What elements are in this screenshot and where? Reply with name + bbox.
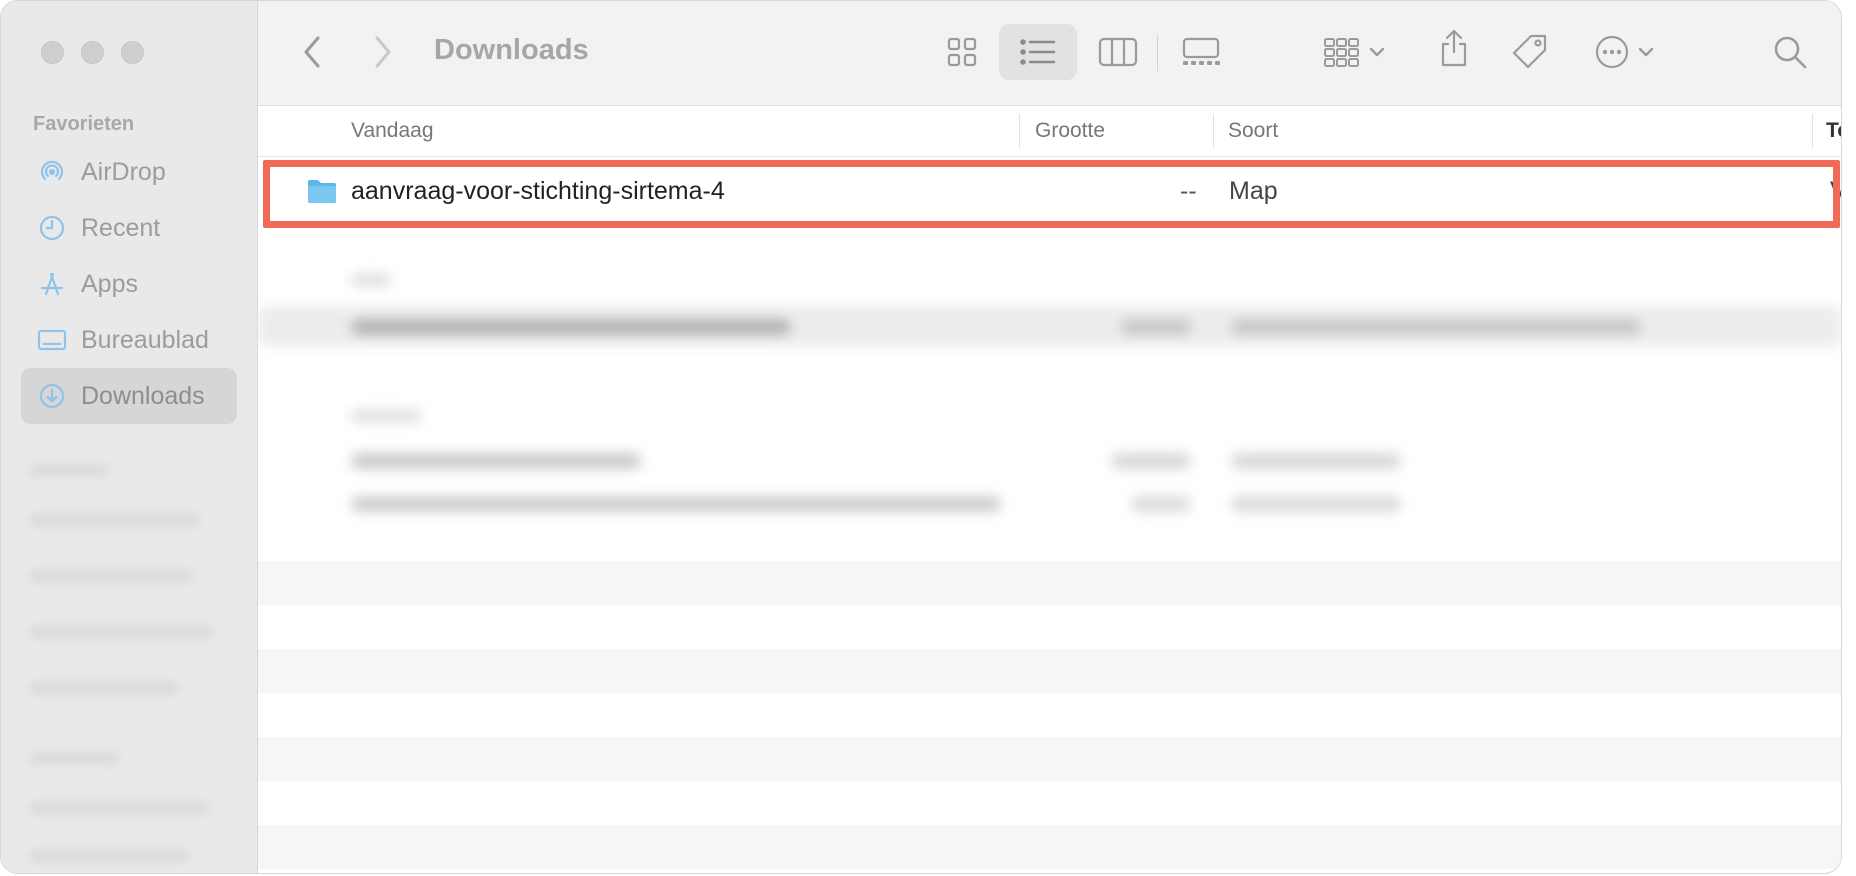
zoom-window-button[interactable] <box>121 41 144 64</box>
share-icon <box>1441 29 1467 67</box>
sidebar-item-airdrop[interactable]: AirDrop <box>21 144 237 200</box>
gallery-view-button[interactable] <box>1170 29 1232 75</box>
chevron-down-icon <box>1638 47 1654 57</box>
sidebar-item-recent[interactable]: Recent <box>21 200 237 256</box>
blurred-sidebar-heading <box>29 751 119 765</box>
sidebar-item-label: Bureaublad <box>81 325 209 354</box>
tag-icon <box>1512 34 1547 69</box>
sidebar-item-label: Downloads <box>81 381 205 410</box>
sidebar-item-downloads[interactable]: Downloads <box>21 368 237 424</box>
column-divider[interactable] <box>1812 114 1813 148</box>
more-icon <box>1595 35 1629 69</box>
gallery-view-icon <box>1182 37 1220 65</box>
sidebar-item-apps[interactable]: Apps <box>21 256 237 312</box>
sidebar-item-bureaublad[interactable]: Bureaublad <box>21 312 237 368</box>
blurred-sidebar-item <box>29 681 179 695</box>
group-icon <box>1324 38 1359 67</box>
more-actions-button[interactable] <box>1584 29 1664 75</box>
blurred-text <box>1231 319 1641 335</box>
window-title: Downloads <box>434 34 589 66</box>
blurred-sidebar-item <box>29 569 194 583</box>
group-button[interactable] <box>1318 29 1390 75</box>
sidebar-item-label: Recent <box>81 213 161 242</box>
blurred-text <box>351 453 641 469</box>
blurred-text <box>1231 496 1401 512</box>
share-button[interactable] <box>1430 25 1478 71</box>
list-view-button[interactable] <box>999 24 1077 80</box>
blurred-text <box>351 496 1001 512</box>
sidebar: Favorieten AirDrop Recent Apps Bureaubla… <box>1 1 258 873</box>
blurred-section-label <box>351 409 421 423</box>
blurred-text <box>1111 453 1191 469</box>
blurred-text <box>351 319 791 335</box>
sidebar-section-favorites: Favorieten <box>33 113 135 135</box>
tag-button[interactable] <box>1506 29 1554 75</box>
back-button[interactable] <box>292 29 332 75</box>
blurred-sidebar-item <box>29 513 199 527</box>
column-header-name[interactable]: Vandaag <box>351 119 434 143</box>
search-button[interactable] <box>1766 29 1814 75</box>
icon-view-icon <box>947 37 977 67</box>
column-view-icon <box>1098 37 1138 67</box>
blurred-section-label <box>351 273 391 287</box>
chevron-left-icon <box>304 36 320 68</box>
close-window-button[interactable] <box>41 41 64 64</box>
sidebar-item-label: AirDrop <box>81 157 166 186</box>
blurred-sidebar-item <box>29 849 189 863</box>
download-icon <box>37 381 67 411</box>
minimize-window-button[interactable] <box>81 41 104 64</box>
blurred-sidebar-item <box>29 625 214 639</box>
chevron-right-icon <box>375 36 391 68</box>
blurred-text <box>1121 319 1191 335</box>
column-header-size[interactable]: Grootte <box>1035 119 1105 143</box>
desktop-icon <box>37 325 67 355</box>
column-header-extra[interactable]: To <box>1826 119 1841 143</box>
search-icon <box>1774 36 1807 69</box>
column-divider[interactable] <box>1213 114 1214 148</box>
finder-window: Favorieten AirDrop Recent Apps Bureaubla… <box>0 0 1842 874</box>
empty-row-stripe <box>258 825 1841 869</box>
blurred-sidebar-item <box>29 801 209 815</box>
airdrop-icon <box>37 157 67 187</box>
column-divider[interactable] <box>1019 114 1020 148</box>
window-controls <box>41 41 144 64</box>
apps-icon <box>37 269 67 299</box>
blurred-text <box>1231 453 1401 469</box>
column-header: Vandaag Grootte Soort To <box>258 106 1841 157</box>
column-header-kind[interactable]: Soort <box>1228 119 1278 143</box>
forward-button[interactable] <box>363 29 403 75</box>
toolbar: Downloads <box>258 1 1841 106</box>
clock-icon <box>37 213 67 243</box>
chevron-down-icon <box>1369 47 1385 57</box>
blurred-sidebar-heading <box>29 463 109 477</box>
list-view-icon <box>1020 39 1056 65</box>
empty-row-stripe <box>258 737 1841 781</box>
toolbar-separator <box>1157 35 1158 71</box>
highlight-box <box>263 160 1840 228</box>
column-view-button[interactable] <box>1090 29 1146 75</box>
empty-row-stripe <box>258 649 1841 693</box>
blurred-text <box>1131 496 1191 512</box>
icon-view-button[interactable] <box>934 29 990 75</box>
sidebar-item-label: Apps <box>81 269 138 298</box>
empty-row-stripe <box>258 561 1841 605</box>
